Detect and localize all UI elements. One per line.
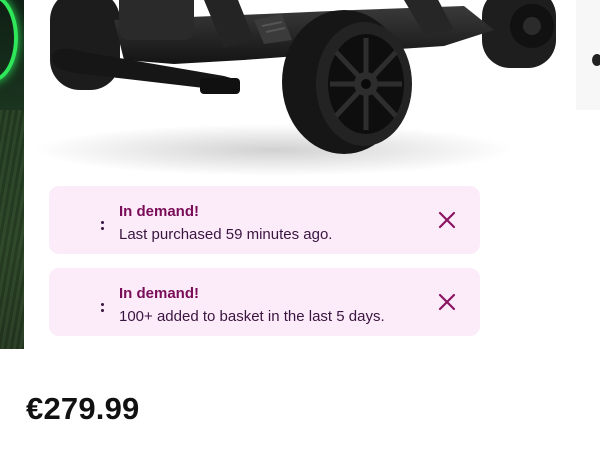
close-icon[interactable] (436, 209, 458, 231)
drag-handle-icon (101, 303, 104, 313)
previous-image-thumbnail[interactable] (0, 0, 24, 349)
product-price: €279.99 (26, 391, 140, 426)
product-page: In demand! Last purchased 59 minutes ago… (0, 0, 600, 450)
neon-ring-decoration (0, 0, 18, 82)
banner-title: In demand! (119, 285, 200, 302)
banner-title: In demand! (119, 203, 200, 220)
in-demand-banner: In demand! 100+ added to basket in the l… (49, 268, 480, 336)
drag-handle-icon (101, 221, 104, 231)
next-image-thumbnail[interactable] (576, 0, 600, 110)
banner-message: 100+ added to basket in the last 5 days. (119, 308, 385, 325)
go-kart-image[interactable] (24, 0, 576, 180)
in-demand-banner: In demand! Last purchased 59 minutes ago… (49, 186, 480, 254)
turf-texture (0, 110, 24, 349)
next-image-fragment (592, 54, 600, 66)
close-icon[interactable] (436, 291, 458, 313)
banner-message: Last purchased 59 minutes ago. (119, 226, 333, 243)
go-kart-illustration (34, 0, 556, 176)
